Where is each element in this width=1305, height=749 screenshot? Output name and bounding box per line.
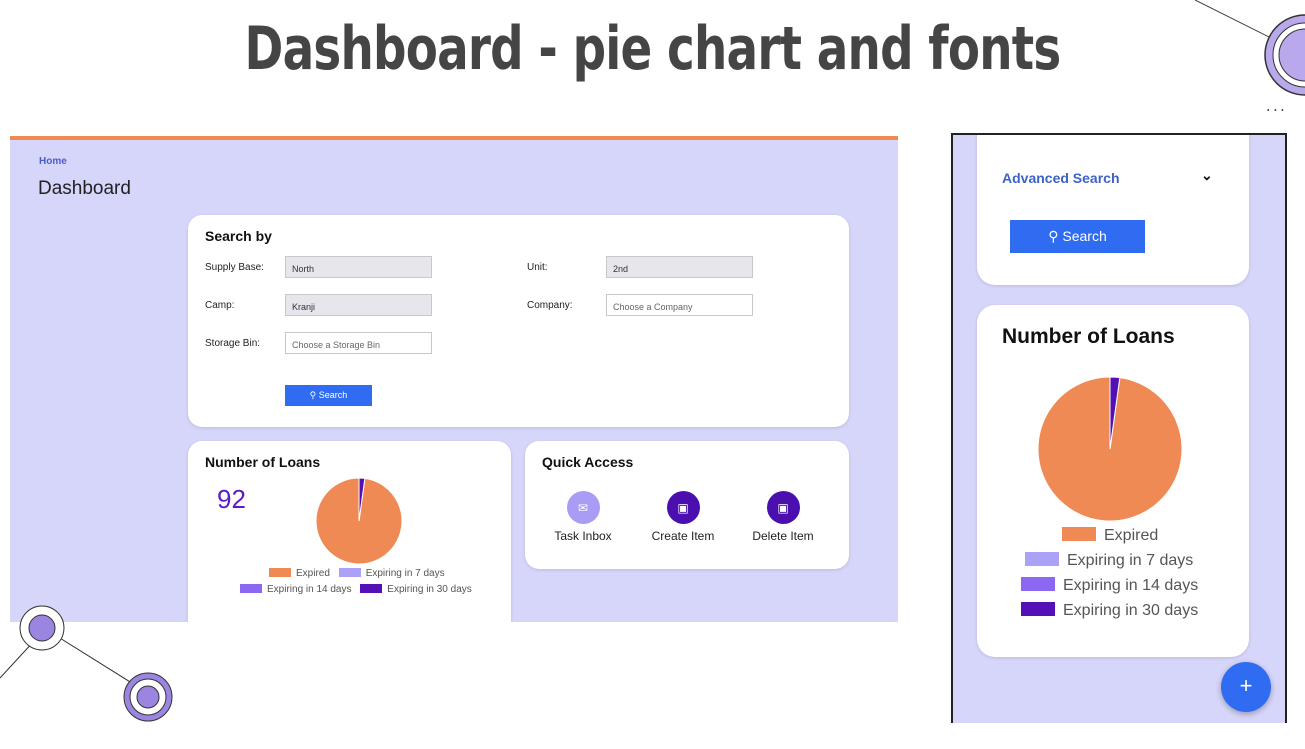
mobile-loans-title: Number of Loans bbox=[1002, 325, 1175, 348]
mobile-loans-card: Number of Loans Expired Expiring in 7 da… bbox=[977, 305, 1249, 657]
loans-pie-chart bbox=[316, 478, 402, 564]
quick-access-label: Create Item bbox=[651, 529, 715, 543]
legend-label-expiring-7: Expiring in 7 days bbox=[1067, 552, 1194, 569]
company-select[interactable]: Choose a Company bbox=[606, 294, 753, 316]
loans-count: 92 bbox=[217, 484, 246, 514]
storage-bin-label: Storage Bin: bbox=[205, 338, 261, 349]
legend-label-expired: Expired bbox=[296, 568, 330, 579]
decoration-circles-top-right bbox=[1195, 0, 1305, 96]
legend-swatch-expiring-14 bbox=[240, 584, 262, 593]
legend-swatch-expiring-30 bbox=[1021, 602, 1055, 616]
quick-access-card: Quick Access ✉ Task Inbox ▣ Create Item … bbox=[525, 441, 849, 569]
mobile-legend-expiring-7: Expiring in 7 days bbox=[1025, 552, 1193, 570]
unit-field[interactable]: 2nd bbox=[606, 256, 753, 278]
legend-swatch-expiring-30 bbox=[360, 584, 383, 593]
add-fab-button[interactable]: + bbox=[1221, 662, 1271, 712]
quick-access-title: Quick Access bbox=[542, 454, 634, 470]
legend-swatch-expiring-14 bbox=[1021, 577, 1055, 591]
mobile-loans-pie-chart bbox=[1038, 377, 1182, 521]
chart-legend-row-2: Expiring in 14 days Expiring in 30 days bbox=[240, 584, 478, 595]
company-label: Company: bbox=[527, 300, 573, 311]
quick-access-create-item[interactable]: ▣ Create Item bbox=[638, 491, 728, 543]
mobile-screenshot: Advanced Search ⌄ ⚲ Search Number of Loa… bbox=[951, 133, 1287, 723]
mobile-search-card: Advanced Search ⌄ ⚲ Search bbox=[977, 135, 1249, 285]
search-button-label: Search bbox=[318, 390, 348, 400]
search-card-title: Search by bbox=[205, 228, 272, 244]
mobile-legend-expiring-30: Expiring in 30 days bbox=[1021, 602, 1198, 620]
decoration-circles-bottom-left bbox=[0, 605, 173, 722]
legend-label-expiring-30: Expiring in 30 days bbox=[387, 584, 472, 595]
mobile-legend-expired: Expired bbox=[1062, 527, 1158, 545]
advanced-search-toggle[interactable]: Advanced Search bbox=[1002, 170, 1120, 186]
mobile-search-button-label: Search bbox=[1062, 228, 1107, 244]
loans-card-title: Number of Loans bbox=[205, 454, 321, 470]
loans-card: Number of Loans 92 Expired Expiring in 7… bbox=[188, 441, 511, 622]
legend-label-expiring-30: Expiring in 30 days bbox=[1063, 602, 1199, 619]
search-card: Search by Supply Base: North Unit: 2nd C… bbox=[188, 215, 849, 427]
folder-minus-icon: ▣ bbox=[766, 491, 800, 524]
camp-label: Camp: bbox=[205, 300, 235, 311]
desktop-screenshot: Home Dashboard Search by Supply Base: No… bbox=[10, 136, 898, 622]
camp-field[interactable]: Kranji bbox=[285, 294, 432, 316]
legend-swatch-expired bbox=[269, 568, 291, 577]
chart-legend-row-1: Expired Expiring in 7 days bbox=[269, 568, 451, 579]
mobile-search-button[interactable]: ⚲ Search bbox=[1010, 220, 1145, 253]
legend-label-expiring-7: Expiring in 7 days bbox=[365, 568, 445, 579]
search-icon: ⚲ bbox=[309, 390, 317, 400]
supply-base-label: Supply Base: bbox=[205, 262, 264, 273]
mail-icon: ✉ bbox=[566, 491, 600, 524]
legend-label-expiring-14: Expiring in 14 days bbox=[267, 584, 352, 595]
legend-label-expiring-14: Expiring in 14 days bbox=[1063, 577, 1199, 594]
legend-swatch-expiring-7 bbox=[338, 568, 361, 577]
search-button[interactable]: ⚲ Search bbox=[285, 385, 372, 406]
quick-access-label: Task Inbox bbox=[554, 529, 612, 543]
page-title: Dashboard bbox=[38, 178, 131, 199]
breadcrumb[interactable]: Home bbox=[39, 156, 67, 167]
quick-access-delete-item[interactable]: ▣ Delete Item bbox=[738, 491, 828, 543]
folder-plus-icon: ▣ bbox=[666, 491, 700, 524]
legend-label-expired: Expired bbox=[1104, 527, 1159, 544]
unit-label: Unit: bbox=[527, 262, 548, 273]
quick-access-label: Delete Item bbox=[752, 529, 814, 543]
chevron-down-icon[interactable]: ⌄ bbox=[1201, 167, 1213, 184]
legend-swatch-expired bbox=[1062, 527, 1096, 541]
storage-bin-select[interactable]: Choose a Storage Bin bbox=[285, 332, 432, 354]
legend-swatch-expiring-7 bbox=[1025, 552, 1059, 566]
slide-title: Dashboard - pie chart and fonts bbox=[244, 14, 1062, 84]
dots-decoration: ... bbox=[1265, 96, 1287, 115]
supply-base-field[interactable]: North bbox=[285, 256, 432, 278]
mobile-legend-expiring-14: Expiring in 14 days bbox=[1021, 577, 1198, 595]
quick-access-task-inbox[interactable]: ✉ Task Inbox bbox=[538, 491, 628, 543]
search-icon: ⚲ bbox=[1048, 228, 1059, 244]
